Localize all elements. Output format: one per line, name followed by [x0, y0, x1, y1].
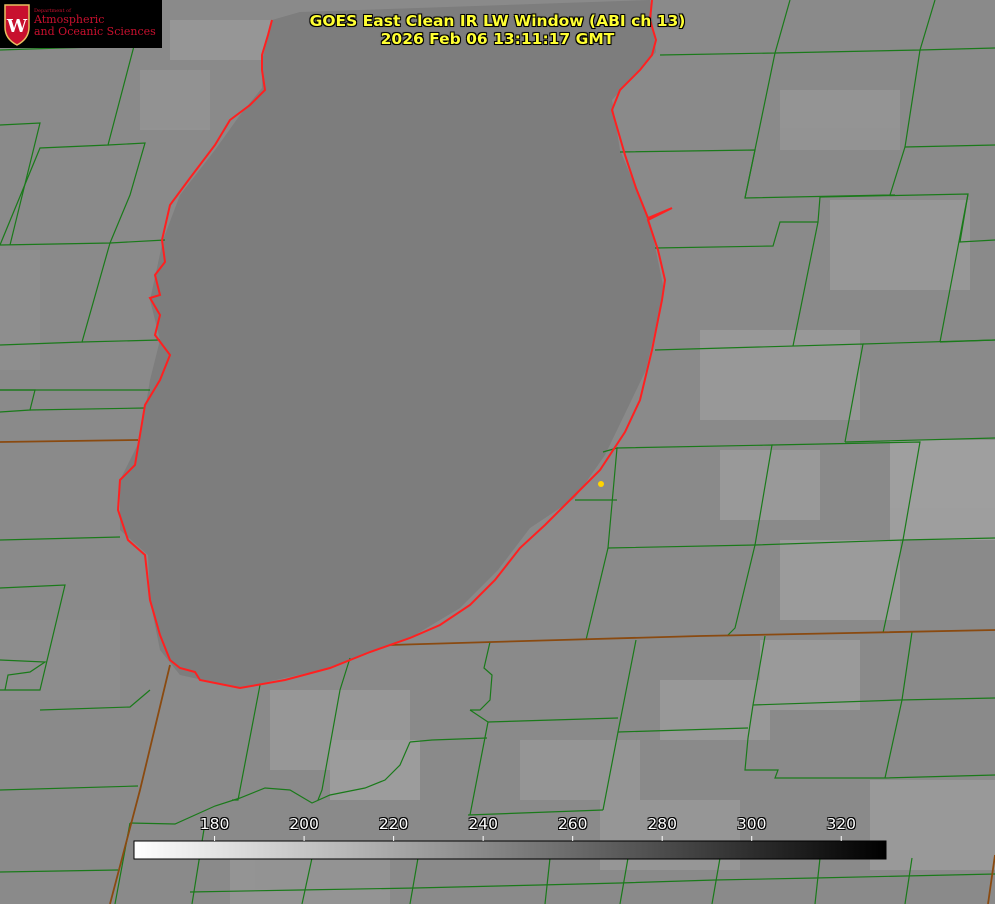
- colorbar-tick-label: 320: [826, 815, 857, 833]
- colorbar-tick-label: 260: [557, 815, 588, 833]
- station-dot-icon: [598, 481, 604, 487]
- colorbar-gradient: [133, 840, 887, 860]
- satellite-viewer: 180 200 220 240 260 280 300 320 W Department of…: [0, 0, 995, 904]
- colorbar: [133, 836, 887, 860]
- colorbar-tick-label: 280: [647, 815, 677, 833]
- colorbar-tick-label: 220: [378, 815, 409, 833]
- logo-text: Department of Atmospheric and Oceanic Sc…: [34, 8, 156, 38]
- colorbar-tick-label: 200: [289, 815, 319, 833]
- title-timestamp: 2026 Feb 06 13:11:17 GMT: [380, 30, 615, 48]
- colorbar-tick-marks: [214, 836, 842, 841]
- logo-line-2: and Oceanic Sciences: [34, 25, 156, 38]
- uw-aos-logo[interactable]: W Department of Atmospheric and Oceanic …: [0, 0, 162, 48]
- image-title: GOES East Clean IR LW Window (ABI ch 13)…: [260, 12, 735, 48]
- satellite-map: [0, 0, 995, 904]
- uw-shield-icon: W: [4, 4, 30, 46]
- colorbar-tick-label: 180: [199, 815, 230, 833]
- colorbar-tick-label: 300: [736, 815, 767, 833]
- colorbar-tick-label: 240: [468, 815, 498, 833]
- title-product: GOES East Clean IR LW Window (ABI ch 13): [309, 12, 686, 30]
- svg-text:W: W: [6, 16, 28, 37]
